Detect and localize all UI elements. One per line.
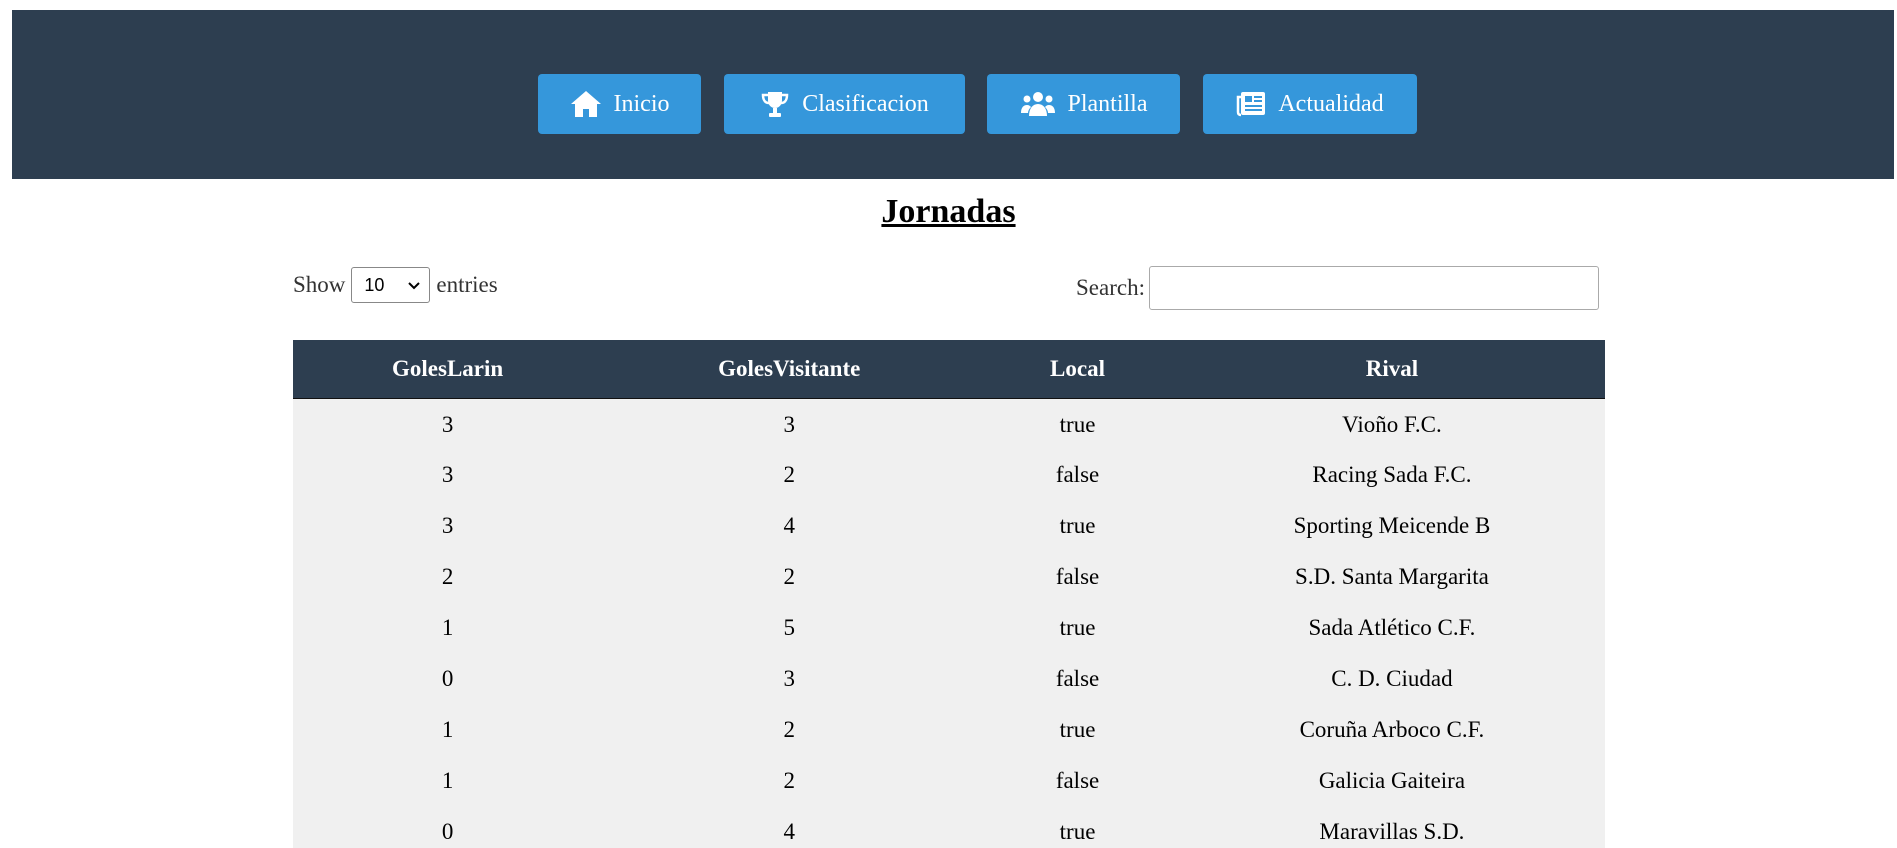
table-row: 1 5 true Sada Atlético C.F. bbox=[293, 602, 1605, 653]
cell-rival: Maravillas S.D. bbox=[1319, 818, 1465, 844]
cell-rival: Coruña Arboco C.F. bbox=[1299, 716, 1485, 742]
column-header-golesvisitante[interactable]: GolesVisitante bbox=[602, 340, 977, 399]
entries-length-control: Show 10 entries bbox=[293, 267, 498, 303]
cell-local: false bbox=[1055, 563, 1100, 589]
trophy-icon bbox=[760, 90, 790, 118]
entries-select-value: 10 bbox=[364, 274, 385, 295]
cell-goleslarin: 0 bbox=[441, 665, 454, 691]
table-row: 2 2 false S.D. Santa Margarita bbox=[293, 551, 1605, 602]
cell-golesvisitante: 2 bbox=[783, 716, 795, 742]
cell-rival: S.D. Santa Margarita bbox=[1295, 563, 1489, 589]
cell-golesvisitante: 3 bbox=[783, 665, 795, 691]
newspaper-icon bbox=[1236, 91, 1266, 117]
nav-actualidad-button[interactable]: Actualidad bbox=[1203, 74, 1417, 134]
jornadas-table: GolesLarin GolesVisitante Local Rival 3 … bbox=[293, 340, 1605, 848]
page-title: Jornadas bbox=[881, 193, 1016, 230]
table-row: 1 2 true Coruña Arboco C.F. bbox=[293, 704, 1605, 755]
cell-goleslarin: 1 bbox=[441, 767, 454, 793]
cell-goleslarin: 1 bbox=[441, 614, 454, 640]
cell-local: false bbox=[1055, 665, 1100, 691]
table-row: 1 2 false Galicia Gaiteira bbox=[293, 755, 1605, 806]
cell-golesvisitante: 5 bbox=[783, 614, 795, 640]
cell-local: true bbox=[1059, 614, 1096, 640]
cell-golesvisitante: 2 bbox=[783, 461, 795, 487]
table-body: 3 3 true Vioño F.C. 3 2 false Racing Sad… bbox=[293, 398, 1605, 848]
nav-inicio-button[interactable]: Inicio bbox=[538, 74, 701, 134]
cell-goleslarin: 3 bbox=[441, 412, 454, 438]
cell-local: false bbox=[1055, 461, 1100, 487]
cell-rival: Sporting Meicende B bbox=[1293, 512, 1491, 538]
cell-golesvisitante: 3 bbox=[783, 412, 795, 438]
table-row: 0 3 false C. D. Ciudad bbox=[293, 653, 1605, 704]
nav-plantilla-label: Plantilla bbox=[1067, 90, 1148, 117]
cell-local: true bbox=[1059, 818, 1096, 844]
entries-label: entries bbox=[436, 272, 498, 297]
page: Inicio Clasificacion Plantilla Actualida… bbox=[0, 0, 1897, 848]
cell-goleslarin: 2 bbox=[441, 563, 454, 589]
cell-local: true bbox=[1059, 716, 1096, 742]
table-row: 0 4 true Maravillas S.D. bbox=[293, 806, 1605, 848]
cell-goleslarin: 3 bbox=[441, 461, 454, 487]
users-icon bbox=[1020, 90, 1056, 118]
cell-rival: Galicia Gaiteira bbox=[1318, 767, 1466, 793]
cell-goleslarin: 0 bbox=[441, 818, 454, 844]
table-row: 3 4 true Sporting Meicende B bbox=[293, 500, 1605, 551]
cell-local: false bbox=[1055, 767, 1100, 793]
home-icon bbox=[570, 90, 602, 118]
cell-golesvisitante: 4 bbox=[783, 512, 795, 538]
cell-rival: Vioño F.C. bbox=[1342, 412, 1442, 438]
cell-goleslarin: 3 bbox=[441, 512, 454, 538]
cell-golesvisitante: 4 bbox=[783, 818, 795, 844]
top-nav-bar: Inicio Clasificacion Plantilla Actualida… bbox=[12, 10, 1894, 179]
cell-local: true bbox=[1059, 412, 1096, 438]
cell-golesvisitante: 2 bbox=[783, 563, 795, 589]
cell-rival: C. D. Ciudad bbox=[1331, 665, 1453, 691]
cell-goleslarin: 1 bbox=[441, 716, 454, 742]
table-row: 3 2 false Racing Sada F.C. bbox=[293, 449, 1605, 500]
search-label: Search: bbox=[1076, 275, 1145, 300]
column-header-local[interactable]: Local bbox=[976, 340, 1179, 399]
table-header: GolesLarin GolesVisitante Local Rival bbox=[293, 340, 1605, 399]
table-row: 3 3 true Vioño F.C. bbox=[293, 398, 1605, 449]
table-header-row: GolesLarin GolesVisitante Local Rival bbox=[293, 340, 1605, 399]
cell-rival: Sada Atlético C.F. bbox=[1308, 614, 1476, 640]
cell-golesvisitante: 2 bbox=[783, 767, 795, 793]
nav-clasificacion-label: Clasificacion bbox=[802, 90, 929, 117]
nav-plantilla-button[interactable]: Plantilla bbox=[987, 74, 1180, 134]
column-header-goleslarin[interactable]: GolesLarin bbox=[293, 340, 603, 399]
cell-rival: Racing Sada F.C. bbox=[1312, 461, 1472, 487]
chevron-down-icon bbox=[407, 275, 421, 296]
nav-actualidad-label: Actualidad bbox=[1278, 90, 1384, 117]
search-input[interactable] bbox=[1148, 266, 1599, 310]
entries-select[interactable]: 10 bbox=[351, 267, 431, 303]
nav-clasificacion-button[interactable]: Clasificacion bbox=[724, 74, 965, 134]
cell-local: true bbox=[1059, 512, 1096, 538]
nav-inicio-label: Inicio bbox=[613, 90, 670, 117]
search-control: Search: bbox=[1076, 266, 1599, 310]
show-label: Show bbox=[293, 272, 346, 297]
column-header-rival[interactable]: Rival bbox=[1178, 340, 1605, 399]
